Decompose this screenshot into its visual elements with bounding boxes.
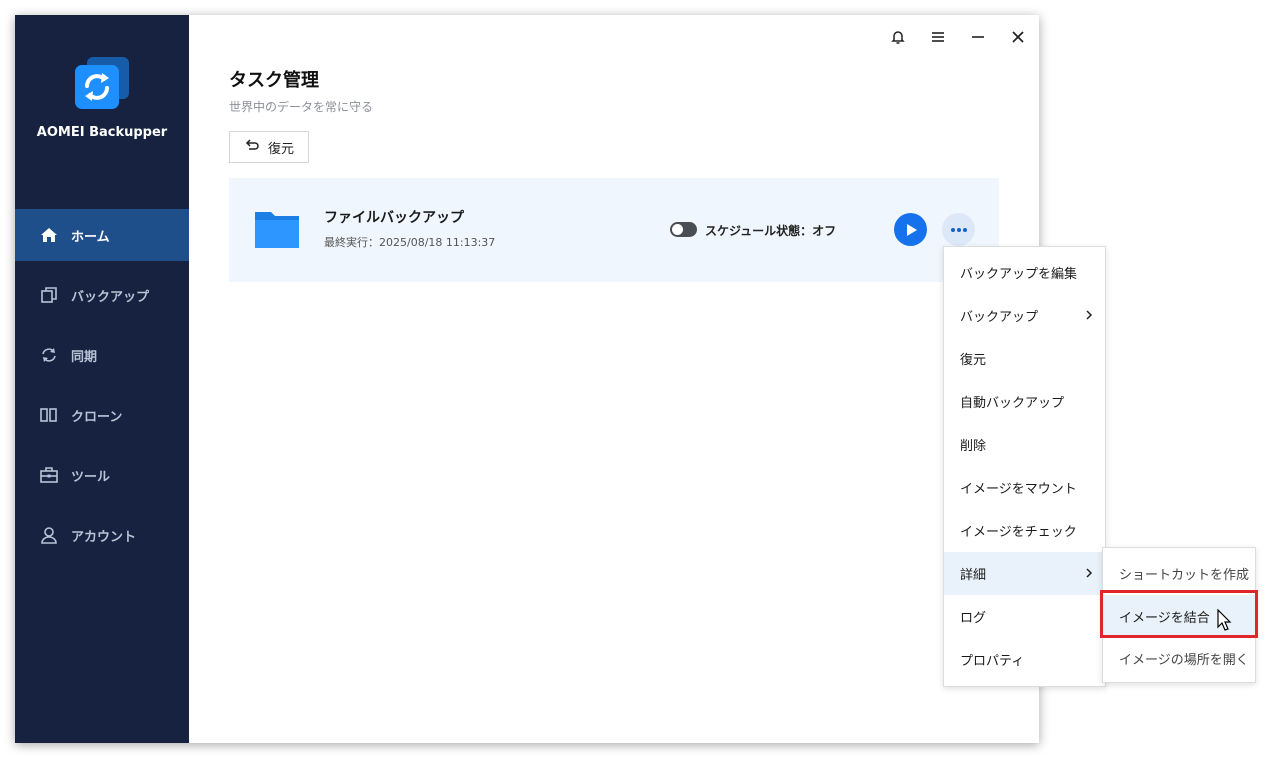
restore-button-label: 復元	[267, 141, 294, 157]
highlight-box	[1100, 590, 1258, 638]
app-window: AOMEI Backupper ホーム バックアップ 同期 クローン ツール ア…	[15, 15, 1039, 743]
menu-item-auto-backup[interactable]: 自動バックアップ	[944, 380, 1105, 423]
menu-item-log[interactable]: ログ	[944, 595, 1105, 638]
page-subtitle: 世界中のデータを常に守る	[229, 100, 374, 114]
schedule-toggle[interactable]	[670, 222, 697, 237]
submenu-item-label: イメージの場所を開く	[1119, 652, 1249, 668]
menu-item-label: 削除	[960, 439, 987, 454]
menu-item-label: 自動バックアップ	[960, 396, 1065, 411]
mouse-pointer-icon	[1217, 608, 1233, 633]
app-name: AOMEI Backupper	[36, 125, 168, 140]
submenu-item-create-shortcut[interactable]: ショートカットを作成	[1103, 552, 1255, 594]
account-icon	[39, 525, 59, 545]
sidebar-item-label: アカウント	[71, 529, 137, 545]
bell-icon[interactable]	[886, 25, 910, 49]
menu-icon[interactable]	[926, 25, 950, 49]
sidebar-item-backup[interactable]: バックアップ	[15, 269, 189, 321]
submenu-item-label: ショートカットを作成	[1119, 567, 1250, 583]
page-title: タスク管理	[229, 70, 319, 91]
sidebar-item-label: バックアップ	[71, 289, 150, 305]
backup-icon	[39, 285, 59, 305]
menu-item-check-image[interactable]: イメージをチェック	[944, 509, 1105, 552]
folder-icon	[253, 208, 301, 250]
sidebar-item-label: 同期	[71, 349, 98, 365]
toggle-knob	[672, 224, 683, 235]
tools-icon	[39, 465, 59, 485]
menu-item-delete[interactable]: 削除	[944, 423, 1105, 466]
sidebar-item-account[interactable]: アカウント	[15, 509, 189, 561]
sidebar-item-label: ツール	[71, 469, 111, 485]
menu-item-properties[interactable]: プロパティ	[944, 638, 1105, 681]
task-last-run: 最終実行：2025/08/18 11:13:37	[324, 236, 496, 249]
minimize-icon[interactable]	[966, 25, 990, 49]
menu-item-edit-backup[interactable]: バックアップを編集	[944, 251, 1105, 294]
run-backup-button[interactable]	[894, 213, 927, 246]
context-menu: バックアップを編集 バックアップ 復元 自動バックアップ 削除 イメージをマウン…	[943, 246, 1106, 687]
submenu-item-open-image-location[interactable]: イメージの場所を開く	[1103, 637, 1255, 679]
app-logo-icon	[73, 55, 131, 113]
chevron-right-icon	[1086, 568, 1093, 578]
more-icon	[950, 227, 967, 232]
task-card[interactable]: ファイルバックアップ 最終実行：2025/08/18 11:13:37 スケジュ…	[229, 178, 999, 282]
menu-item-mount-image[interactable]: イメージをマウント	[944, 466, 1105, 509]
sidebar-item-label: ホーム	[71, 229, 110, 245]
schedule-status: スケジュール状態：オフ	[705, 224, 837, 238]
menu-item-backup[interactable]: バックアップ	[944, 294, 1105, 337]
play-icon	[906, 223, 917, 236]
main-content: タスク管理 世界中のデータを常に守る 復元 ファイルバックアップ 最終実行：20…	[189, 15, 1039, 743]
sidebar-item-tools[interactable]: ツール	[15, 449, 189, 501]
chevron-right-icon	[1086, 310, 1093, 320]
menu-item-label: 詳細	[960, 568, 987, 583]
task-name: ファイルバックアップ	[324, 210, 464, 226]
sidebar-item-label: クローン	[71, 409, 123, 425]
sidebar-item-sync[interactable]: 同期	[15, 329, 189, 381]
home-icon	[39, 225, 59, 245]
sync-icon	[39, 345, 59, 365]
menu-item-label: バックアップを編集	[960, 267, 1078, 282]
close-icon[interactable]	[1006, 25, 1030, 49]
menu-item-label: 復元	[960, 353, 987, 368]
sidebar: AOMEI Backupper ホーム バックアップ 同期 クローン ツール ア…	[15, 15, 189, 743]
menu-item-advanced[interactable]: 詳細	[944, 552, 1105, 595]
menu-item-label: バックアップ	[960, 310, 1039, 325]
menu-item-label: イメージをマウント	[960, 482, 1077, 497]
restore-button[interactable]: 復元	[229, 131, 309, 163]
clone-icon	[39, 405, 59, 425]
menu-item-restore[interactable]: 復元	[944, 337, 1105, 380]
more-options-button[interactable]	[942, 213, 975, 246]
menu-item-label: プロパティ	[960, 654, 1025, 669]
sidebar-item-clone[interactable]: クローン	[15, 389, 189, 441]
undo-icon	[244, 138, 260, 156]
sidebar-item-home[interactable]: ホーム	[15, 209, 189, 261]
menu-item-label: イメージをチェック	[960, 525, 1077, 540]
menu-item-label: ログ	[960, 611, 987, 626]
